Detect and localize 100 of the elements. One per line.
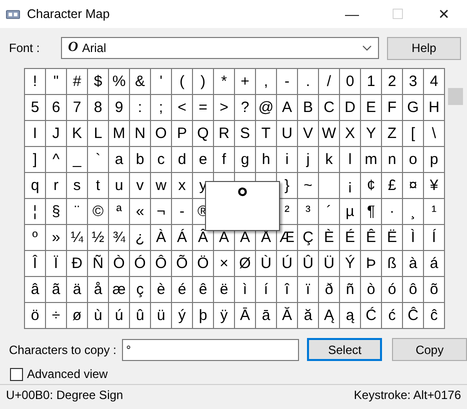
character-cell[interactable]: · <box>382 199 403 225</box>
character-cell[interactable]: Ë <box>382 225 403 251</box>
character-cell[interactable]: â <box>25 277 46 303</box>
character-cell[interactable]: ¾ <box>109 225 130 251</box>
character-cell[interactable]: - <box>172 199 193 225</box>
character-cell[interactable]: ¬ <box>151 199 172 225</box>
character-cell[interactable]: ú <box>109 303 130 329</box>
character-cell[interactable]: ¸ <box>403 199 424 225</box>
character-cell[interactable]: - <box>277 69 298 95</box>
character-cell[interactable]: ó <box>382 277 403 303</box>
character-cell[interactable]: \ <box>424 121 445 147</box>
character-cell[interactable]: P <box>172 121 193 147</box>
character-cell[interactable]: ( <box>172 69 193 95</box>
character-cell[interactable]: G <box>403 95 424 121</box>
character-cell[interactable]: S <box>235 121 256 147</box>
character-cell[interactable]: % <box>109 69 130 95</box>
character-cell[interactable]: B <box>298 95 319 121</box>
character-cell[interactable]: n <box>382 147 403 173</box>
character-cell[interactable]: Ñ <box>88 251 109 277</box>
character-cell[interactable]: ã <box>46 277 67 303</box>
character-cell[interactable]: á <box>424 251 445 277</box>
character-cell[interactable]: ½ <box>88 225 109 251</box>
character-cell[interactable]: I <box>25 121 46 147</box>
character-cell[interactable]: ö <box>25 303 46 329</box>
character-cell[interactable]: Ø <box>235 251 256 277</box>
character-cell[interactable]: 3 <box>403 69 424 95</box>
character-cell[interactable]: V <box>298 121 319 147</box>
character-cell[interactable]: A <box>277 95 298 121</box>
character-cell[interactable]: j <box>298 147 319 173</box>
character-cell[interactable]: ¦ <box>25 199 46 225</box>
character-cell[interactable]: , <box>256 69 277 95</box>
character-cell[interactable]: < <box>172 95 193 121</box>
character-cell[interactable]: Ù <box>256 251 277 277</box>
character-cell[interactable]: ³ <box>298 199 319 225</box>
character-cell[interactable]: è <box>151 277 172 303</box>
character-cell[interactable]: þ <box>193 303 214 329</box>
character-cell[interactable]: Q <box>193 121 214 147</box>
character-cell[interactable]: W <box>319 121 340 147</box>
character-cell[interactable]: M <box>109 121 130 147</box>
character-cell[interactable]: ā <box>256 303 277 329</box>
character-cell[interactable]: ò <box>361 277 382 303</box>
character-cell[interactable]: É <box>340 225 361 251</box>
character-cell[interactable]: å <box>88 277 109 303</box>
character-cell[interactable]: Ú <box>277 251 298 277</box>
character-cell[interactable]: 0 <box>340 69 361 95</box>
font-dropdown[interactable]: O Arial <box>61 37 379 59</box>
close-button[interactable]: ✕ <box>421 0 467 28</box>
character-cell[interactable]: ą <box>340 303 361 329</box>
character-cell[interactable]: À <box>151 225 172 251</box>
character-cell[interactable]: ä <box>67 277 88 303</box>
select-button[interactable]: Select <box>307 338 382 361</box>
character-cell[interactable]: à <box>403 251 424 277</box>
character-cell[interactable]: # <box>67 69 88 95</box>
character-cell[interactable]: $ <box>88 69 109 95</box>
character-cell[interactable]: ! <box>25 69 46 95</box>
character-cell[interactable]: ï <box>298 277 319 303</box>
character-cell[interactable]: î <box>277 277 298 303</box>
character-cell[interactable]: í <box>256 277 277 303</box>
character-cell[interactable]: L <box>88 121 109 147</box>
character-cell[interactable]: Ĉ <box>403 303 424 329</box>
character-cell[interactable]: È <box>319 225 340 251</box>
character-cell[interactable]: Z <box>382 121 403 147</box>
character-cell[interactable]: ĉ <box>424 303 445 329</box>
character-cell[interactable]: ª <box>109 199 130 225</box>
character-cell[interactable]: l <box>340 147 361 173</box>
character-cell[interactable]: f <box>214 147 235 173</box>
character-cell[interactable]: Ô <box>151 251 172 277</box>
character-cell[interactable]: k <box>319 147 340 173</box>
copy-button[interactable]: Copy <box>392 338 467 361</box>
character-cell[interactable]: ^ <box>46 147 67 173</box>
character-cell[interactable]: [ <box>403 121 424 147</box>
character-cell[interactable]: ô <box>403 277 424 303</box>
character-cell[interactable]: ç <box>130 277 151 303</box>
character-cell[interactable]: Ç <box>298 225 319 251</box>
character-cell[interactable]: w <box>151 173 172 199</box>
character-cell[interactable]: £ <box>382 173 403 199</box>
character-cell[interactable]: / <box>319 69 340 95</box>
character-cell[interactable]: ¡ <box>340 173 361 199</box>
character-cell[interactable]: Ą <box>319 303 340 329</box>
character-cell[interactable]: ´ <box>319 199 340 225</box>
advanced-view-checkbox[interactable] <box>10 368 23 380</box>
character-cell[interactable]: ) <box>193 69 214 95</box>
character-cell[interactable]: 8 <box>88 95 109 121</box>
character-cell[interactable]: N <box>130 121 151 147</box>
character-cell[interactable]: = <box>193 95 214 121</box>
character-cell[interactable]: + <box>235 69 256 95</box>
character-cell[interactable]: " <box>46 69 67 95</box>
character-cell[interactable]: Þ <box>361 251 382 277</box>
character-cell[interactable]: ; <box>151 95 172 121</box>
character-cell[interactable]: Ï <box>46 251 67 277</box>
character-cell[interactable]: 1 <box>361 69 382 95</box>
character-cell[interactable]: ] <box>25 147 46 173</box>
character-cell[interactable]: ü <box>151 303 172 329</box>
character-cell[interactable]: Y <box>361 121 382 147</box>
character-cell[interactable]: F <box>382 95 403 121</box>
character-cell[interactable]: ă <box>298 303 319 329</box>
character-cell[interactable]: * <box>214 69 235 95</box>
character-cell[interactable]: Ì <box>403 225 424 251</box>
character-cell[interactable]: Ð <box>67 251 88 277</box>
character-cell[interactable]: ¨ <box>67 199 88 225</box>
